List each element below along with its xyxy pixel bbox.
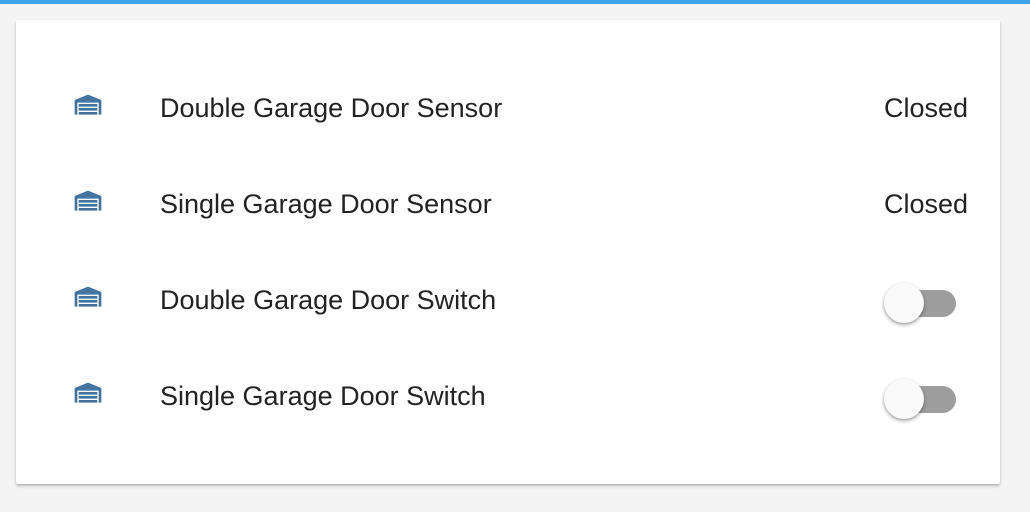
garage-icon: [72, 280, 104, 312]
entity-state: Closed: [883, 93, 968, 123]
garage-icon: [72, 376, 104, 408]
entities-card: Double Garage Door Sensor Closed Single …: [16, 20, 1000, 484]
toggle-switch[interactable]: [884, 373, 958, 419]
entity-row-double-garage-door-sensor[interactable]: Double Garage Door Sensor Closed: [16, 60, 1000, 156]
entity-state: Closed: [883, 189, 968, 219]
toggle-thumb[interactable]: [884, 283, 924, 323]
entity-name: Double Garage Door Sensor: [160, 93, 503, 123]
entity-row-double-garage-door-switch[interactable]: Double Garage Door Switch: [16, 252, 1000, 348]
top-accent-bar: [0, 0, 1030, 4]
entity-name: Double Garage Door Switch: [160, 285, 497, 315]
entity-name: Single Garage Door Switch: [160, 381, 486, 411]
garage-icon: [72, 88, 104, 120]
garage-icon: [72, 184, 104, 216]
entity-row-single-garage-door-switch[interactable]: Single Garage Door Switch: [16, 348, 1000, 444]
entity-row-single-garage-door-sensor[interactable]: Single Garage Door Sensor Closed: [16, 156, 1000, 252]
entity-name: Single Garage Door Sensor: [160, 189, 492, 219]
toggle-thumb[interactable]: [884, 379, 924, 419]
toggle-switch[interactable]: [884, 277, 958, 323]
